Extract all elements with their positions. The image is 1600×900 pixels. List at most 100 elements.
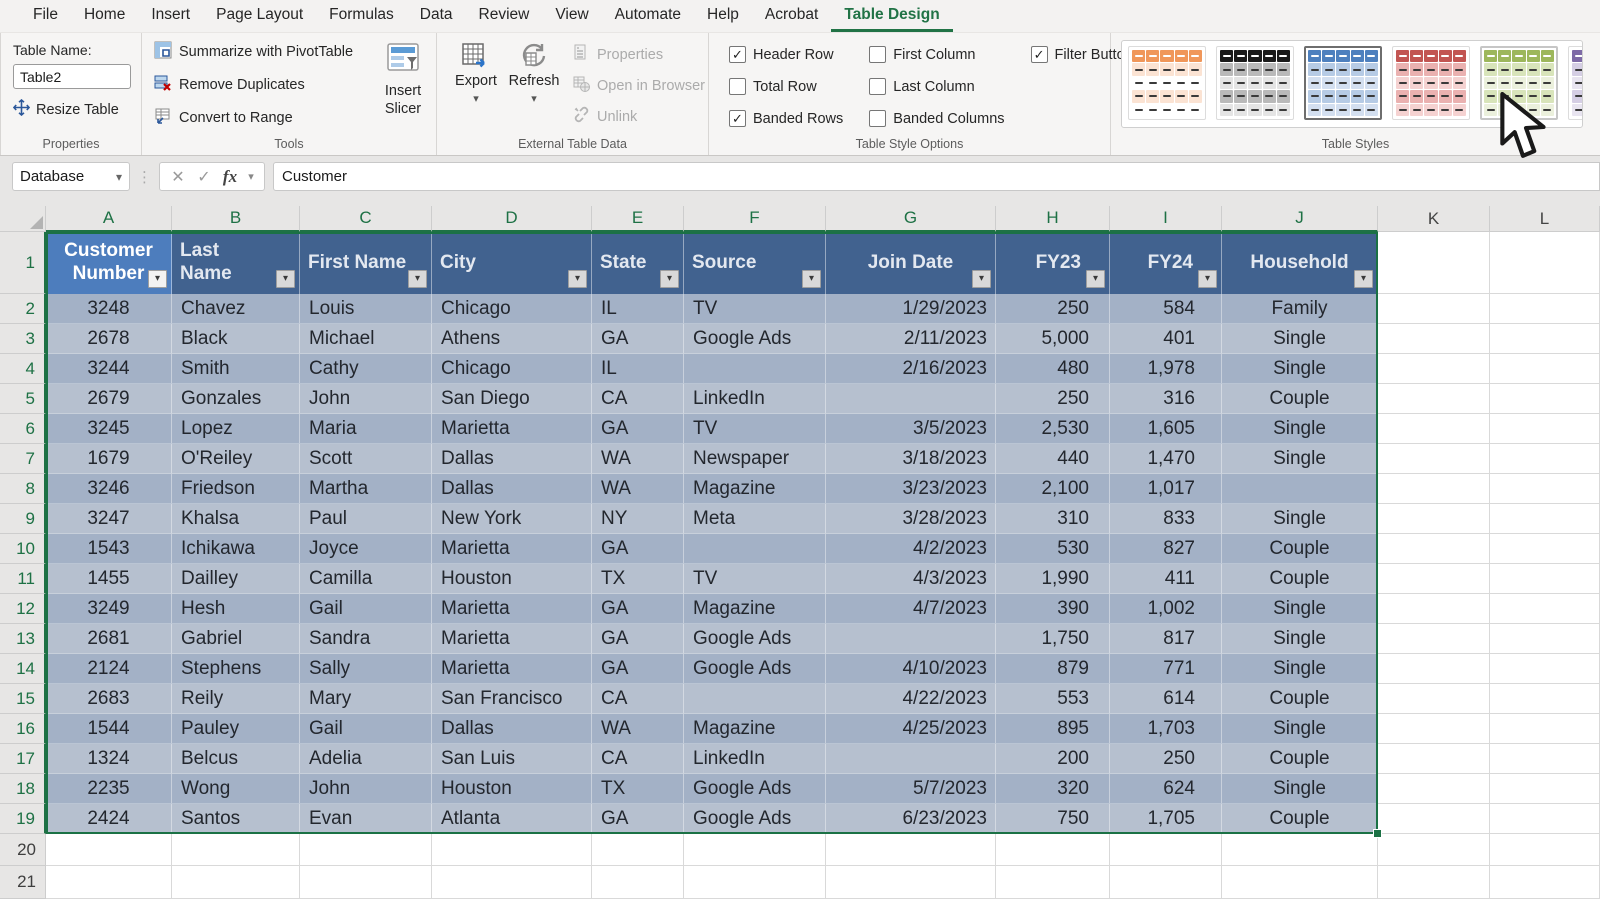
filter-button-icon[interactable]: ▾ [408,270,427,288]
table-style-swatch-green[interactable] [1480,46,1558,120]
cell[interactable]: John [300,774,432,804]
cell[interactable]: WA [592,474,684,504]
empty-cell[interactable] [1490,714,1600,744]
column-header-F[interactable]: F [684,206,826,232]
empty-cell[interactable] [592,866,684,899]
empty-cell[interactable] [1378,804,1490,834]
cell[interactable]: Friedson [172,474,300,504]
cell[interactable]: Single [1222,654,1378,684]
cell[interactable]: 1,978 [1110,354,1222,384]
table-header-cell[interactable]: FY24▾ [1110,232,1222,294]
filter-button-icon[interactable]: ▾ [1198,270,1217,288]
cell[interactable]: 250 [1110,744,1222,774]
cell[interactable]: 1,002 [1110,594,1222,624]
cell[interactable]: Single [1222,324,1378,354]
cell[interactable]: IL [592,354,684,384]
cell[interactable]: Black [172,324,300,354]
empty-cell[interactable] [1378,354,1490,384]
empty-cell[interactable] [1378,564,1490,594]
cell[interactable]: 1,750 [996,624,1110,654]
cell[interactable]: 2/16/2023 [826,354,996,384]
empty-cell[interactable] [172,866,300,899]
cell[interactable]: Atlanta [432,804,592,834]
empty-cell[interactable] [1378,444,1490,474]
cell[interactable]: Santos [172,804,300,834]
empty-cell[interactable] [1378,834,1490,866]
column-header-A[interactable]: A [46,206,172,232]
empty-cell[interactable] [826,866,996,899]
row-header-20[interactable]: 20 [0,834,46,866]
cell[interactable]: Athens [432,324,592,354]
cell[interactable]: 1679 [46,444,172,474]
cell[interactable]: 440 [996,444,1110,474]
filter-button-icon[interactable]: ▾ [972,270,991,288]
cell[interactable]: San Luis [432,744,592,774]
tab-insert[interactable]: Insert [138,0,203,32]
empty-cell[interactable] [1490,474,1600,504]
empty-cell[interactable] [1378,774,1490,804]
row-header-14[interactable]: 14 [0,654,46,684]
cell[interactable]: CA [592,384,684,414]
filter-button-icon[interactable]: ▾ [1086,270,1105,288]
row-header-21[interactable]: 21 [0,866,46,899]
cell[interactable]: Gabriel [172,624,300,654]
checked-checkbox-icon[interactable]: ✓ [729,110,746,127]
cell[interactable]: Michael [300,324,432,354]
empty-cell[interactable] [1378,294,1490,324]
cell[interactable]: New York [432,504,592,534]
empty-cell[interactable] [1378,534,1490,564]
cell[interactable]: Cathy [300,354,432,384]
empty-cell[interactable] [1378,744,1490,774]
cell[interactable]: Google Ads [684,804,826,834]
column-header-D[interactable]: D [432,206,592,232]
empty-cell[interactable] [592,834,684,866]
table-header-cell[interactable]: FY23▾ [996,232,1110,294]
tab-help[interactable]: Help [694,0,752,32]
cell[interactable]: Martha [300,474,432,504]
cell[interactable]: 4/22/2023 [826,684,996,714]
empty-cell[interactable] [1378,474,1490,504]
table-header-cell[interactable]: City▾ [432,232,592,294]
table-header-cell[interactable]: State▾ [592,232,684,294]
cell[interactable]: TX [592,564,684,594]
cell[interactable]: 2678 [46,324,172,354]
refresh-button[interactable]: Refresh ▾ [505,41,563,127]
row-header-3[interactable]: 3 [0,324,46,354]
cell[interactable]: 1,705 [1110,804,1222,834]
cell[interactable]: John [300,384,432,414]
cell[interactable]: 827 [1110,534,1222,564]
cell[interactable]: GA [592,414,684,444]
table-header-cell[interactable]: First Name▾ [300,232,432,294]
empty-cell[interactable] [1490,564,1600,594]
cell[interactable]: 2424 [46,804,172,834]
cell[interactable]: Dallas [432,714,592,744]
checked-checkbox-icon[interactable]: ✓ [1031,46,1048,63]
cell[interactable]: 1,990 [996,564,1110,594]
cell[interactable]: Evan [300,804,432,834]
enter-button[interactable]: ✓ [192,167,216,187]
insert-slicer-button[interactable]: Insert Slicer [372,41,434,129]
cell[interactable]: Google Ads [684,774,826,804]
empty-cell[interactable] [996,866,1110,899]
cell[interactable]: Ichikawa [172,534,300,564]
empty-cell[interactable] [1490,294,1600,324]
table-style-swatch-blue[interactable] [1304,46,1382,120]
cell[interactable]: Wong [172,774,300,804]
empty-cell[interactable] [1490,774,1600,804]
cell[interactable]: 895 [996,714,1110,744]
cell[interactable]: 3247 [46,504,172,534]
table-header-cell[interactable]: Join Date▾ [826,232,996,294]
column-header-I[interactable]: I [1110,206,1222,232]
cell[interactable]: GA [592,324,684,354]
empty-cell[interactable] [996,834,1110,866]
cell[interactable]: San Diego [432,384,592,414]
cell[interactable]: 1324 [46,744,172,774]
unchecked-checkbox-icon[interactable] [869,78,886,95]
cell[interactable]: TV [684,414,826,444]
cell[interactable]: NY [592,504,684,534]
option-header-row[interactable]: ✓Header Row [729,46,843,63]
row-header-15[interactable]: 15 [0,684,46,714]
cell[interactable]: GA [592,594,684,624]
cell[interactable]: Single [1222,774,1378,804]
cell[interactable]: Pauley [172,714,300,744]
